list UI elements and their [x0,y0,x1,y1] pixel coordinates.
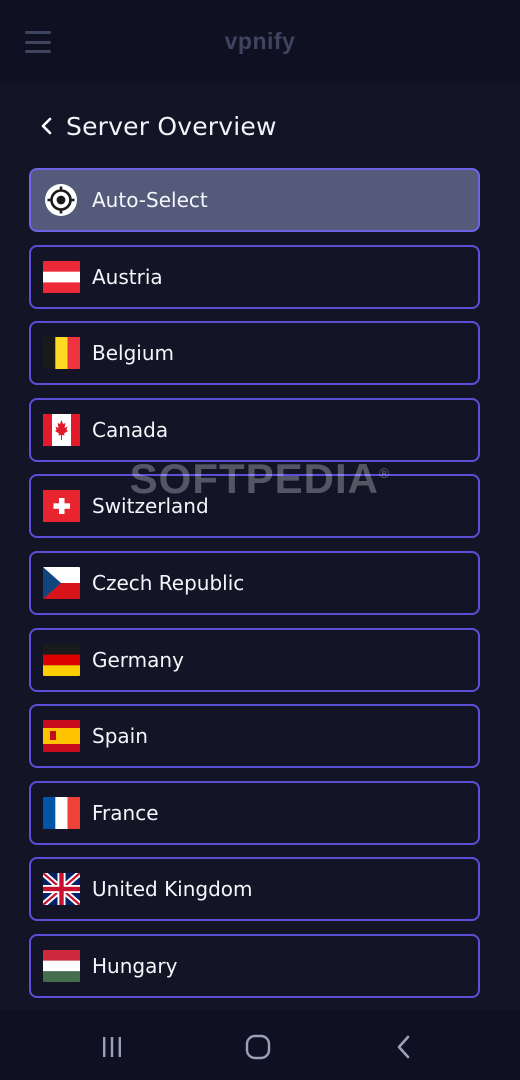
recent-apps-icon[interactable] [92,1032,132,1062]
server-item-switzerland[interactable]: Switzerland [29,474,480,539]
server-item-united-kingdom[interactable]: United Kingdom [29,857,480,922]
server-item-hungary[interactable]: Hungary [29,933,480,998]
server-label: France [92,800,159,825]
target-icon [43,184,80,216]
flag-united-kingdom-icon [43,873,80,906]
server-label: Canada [92,417,169,442]
server-label: Auto-Select [92,188,208,212]
server-item-auto-select[interactable]: Auto-Select [29,168,480,232]
app-brand: vpnify [224,28,296,54]
page-header: Server Overview [36,106,277,146]
server-label: Belgium [92,341,174,366]
server-label: Hungary [92,953,178,978]
server-label: Germany [92,647,184,672]
server-item-austria[interactable]: Austria [29,244,480,309]
server-label: Spain [92,724,148,749]
flag-france-icon [43,796,80,829]
server-item-czech-republic[interactable]: Czech Republic [29,550,480,615]
server-label: Switzerland [92,494,209,519]
top-app-bar: vpnify [0,0,520,84]
page-title: Server Overview [66,111,277,141]
server-label: Austria [92,264,163,289]
flag-germany-icon [43,643,80,676]
flag-canada-icon [43,413,80,446]
back-icon[interactable] [384,1032,424,1062]
server-item-spain[interactable]: Spain [29,704,480,769]
back-chevron-icon[interactable] [36,115,58,137]
flag-austria-icon [43,260,80,293]
flag-spain-icon [43,720,80,753]
server-label: Czech Republic [92,570,245,595]
server-list: Auto-Select Austria Belgium Canada Switz… [29,168,480,1011]
vpn-app-screen: vpnify Server Overview Auto-Select Austr… [0,0,520,1080]
system-navigation-bar [0,1010,520,1080]
flag-belgium-icon [43,337,80,370]
server-item-canada[interactable]: Canada [29,397,480,462]
server-item-france[interactable]: France [29,780,480,845]
flag-switzerland-icon [43,490,80,523]
flag-hungary-icon [43,949,80,982]
server-item-germany[interactable]: Germany [29,627,480,692]
server-label: United Kingdom [92,877,253,902]
server-item-belgium[interactable]: Belgium [29,321,480,386]
home-icon[interactable] [238,1032,278,1062]
flag-czech-republic-icon [43,566,80,599]
